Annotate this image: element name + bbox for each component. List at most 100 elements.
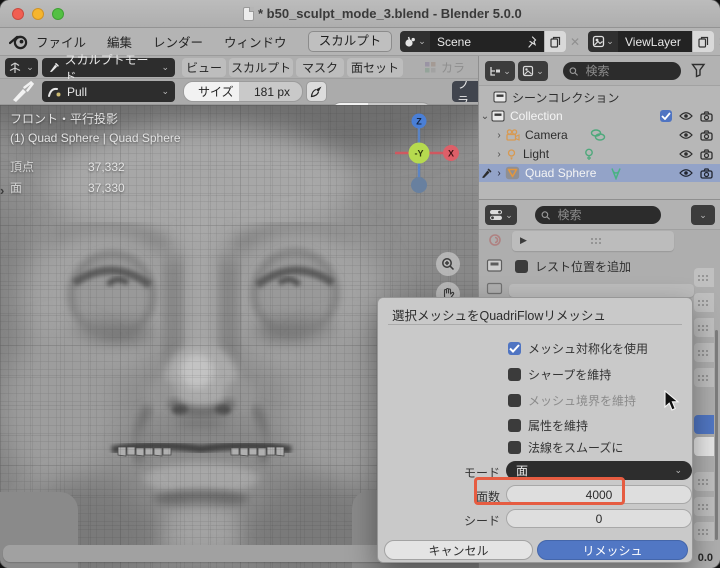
eye-icon[interactable]: [679, 149, 693, 159]
close-window-button[interactable]: [12, 8, 24, 20]
mode-selector[interactable]: スカルプトモード ⌄: [42, 53, 175, 84]
scene-browse-button[interactable]: ⌄: [400, 31, 430, 52]
pin-icon[interactable]: [527, 35, 538, 48]
seed-number-field[interactable]: 0: [506, 509, 692, 528]
panel-sliver[interactable]: [694, 293, 714, 312]
divider: [388, 324, 682, 325]
disclosure-open-icon[interactable]: ⌄: [479, 111, 491, 122]
panel-sliver[interactable]: [694, 318, 714, 337]
hidden-cancel-sliver[interactable]: [694, 437, 714, 456]
preserve-attributes-row[interactable]: 属性を維持: [508, 417, 588, 433]
scene-new-button[interactable]: [545, 31, 566, 52]
outliner-display-mode-button[interactable]: ⌄: [518, 61, 548, 81]
scrollbar[interactable]: [715, 330, 718, 540]
disclosure-closed-icon[interactable]: ›: [493, 168, 505, 179]
outliner-row-scene-collection[interactable]: シーンコレクション: [479, 88, 720, 106]
panel-sliver[interactable]: [694, 472, 714, 491]
scene-name-field[interactable]: Scene: [430, 31, 544, 52]
palette-icon: [425, 62, 436, 73]
brush-popover-button[interactable]: ブラ: [452, 81, 478, 102]
properties-search-input[interactable]: [555, 207, 655, 223]
menu-sculpt[interactable]: スカルプト: [229, 58, 293, 77]
scene-unlink-button[interactable]: ✕: [566, 31, 584, 52]
viewport-editor-icon: [9, 61, 21, 73]
menu-mask[interactable]: マスク: [296, 58, 344, 77]
use-mesh-symmetry-checkbox[interactable]: [508, 341, 521, 355]
editor-type-button[interactable]: ⌄: [5, 58, 38, 77]
outliner-search-input[interactable]: [583, 63, 675, 79]
workspace-tab-sculpt[interactable]: スカルプト: [308, 31, 392, 52]
navigation-gizmo[interactable]: Z X -Y: [395, 108, 475, 208]
panel-sliver[interactable]: [694, 522, 714, 541]
filter-icon[interactable]: [691, 63, 707, 78]
outliner-row-camera[interactable]: › Camera: [479, 126, 720, 144]
eye-icon[interactable]: [679, 130, 693, 140]
light-data-icon: [585, 148, 593, 160]
outliner-row-collection[interactable]: ⌄ Collection: [479, 107, 720, 125]
camera-visibility-icon[interactable]: [700, 167, 713, 179]
menu-face-sets[interactable]: 面セット: [347, 58, 403, 77]
preserve-sharp-row[interactable]: シャープを維持: [508, 366, 611, 382]
smooth-normals-row[interactable]: 法線をスムーズに: [508, 439, 623, 455]
outliner-editor-type-button[interactable]: ⌄: [485, 61, 515, 81]
mode-dropdown[interactable]: 面 ⌄: [506, 461, 692, 480]
tool-settings-bar: Pull ⌄ サイズ 181 px 強さ 0.400 ブラ: [0, 79, 478, 123]
preserve-mesh-boundary-row[interactable]: メッシュ境界を維持: [508, 392, 636, 408]
camera-visibility-icon[interactable]: [700, 148, 713, 160]
toolbar-expand-arrow[interactable]: ›: [0, 183, 4, 198]
rest-position-checkbox[interactable]: [515, 260, 528, 273]
menu-view[interactable]: ビュー: [182, 58, 226, 77]
panel-expand-arrow[interactable]: ▶: [520, 235, 527, 246]
collection-checkbox[interactable]: [660, 110, 672, 122]
viewlayer-remove-button[interactable]: ✕: [714, 31, 720, 52]
chevron-down-icon: ⌄: [418, 36, 426, 46]
outliner-row-light[interactable]: › Light: [479, 145, 720, 163]
preserve-mesh-boundary-checkbox[interactable]: [508, 393, 521, 407]
viewlayer-name-field[interactable]: ViewLayer: [618, 31, 692, 52]
tab-viewlayer-icon[interactable]: [486, 282, 503, 295]
collapsed-panel[interactable]: ▶: [512, 231, 674, 251]
hidden-confirm-sliver[interactable]: [694, 415, 714, 434]
outliner-row-quad-sphere[interactable]: › Quad Sphere: [479, 164, 720, 182]
scene-name: Scene: [437, 34, 472, 49]
brush-size-slider[interactable]: サイズ 181 px: [183, 81, 303, 102]
eye-icon[interactable]: [679, 168, 693, 178]
disclosure-closed-icon[interactable]: ›: [493, 149, 505, 160]
size-pressure-toggle[interactable]: [306, 81, 327, 102]
menu-color[interactable]: カラ: [424, 58, 465, 77]
partial-panel[interactable]: [509, 284, 694, 297]
minimize-window-button[interactable]: [32, 8, 44, 20]
scene-icon: [405, 36, 416, 47]
viewlayer-browse-button[interactable]: ⌄: [588, 31, 618, 52]
viewlayer-selector: ⌄ ViewLayer ✕: [588, 31, 720, 52]
properties-search[interactable]: [535, 206, 661, 224]
tab-render-icon[interactable]: [487, 233, 503, 247]
eye-icon[interactable]: [679, 111, 693, 121]
camera-visibility-icon[interactable]: [700, 129, 713, 141]
smooth-normals-checkbox[interactable]: [508, 440, 521, 454]
preserve-attributes-checkbox[interactable]: [508, 418, 521, 432]
disclosure-closed-icon[interactable]: ›: [493, 130, 505, 141]
outliner-search[interactable]: [563, 62, 681, 80]
menu-window[interactable]: ウィンドウ: [218, 30, 293, 53]
panel-drag-grip[interactable]: [590, 237, 603, 244]
brush-selector[interactable]: Pull ⌄: [42, 81, 175, 102]
rest-position-row[interactable]: レスト位置を追加: [515, 258, 631, 275]
cancel-button[interactable]: キャンセル: [384, 540, 533, 560]
remesh-confirm-button[interactable]: リメッシュ: [537, 540, 688, 560]
panel-sliver[interactable]: [694, 343, 714, 362]
use-mesh-symmetry-row[interactable]: メッシュ対称化を使用: [508, 340, 648, 356]
faces-number-field[interactable]: 4000: [506, 485, 692, 504]
properties-options-button[interactable]: ⌄: [691, 205, 715, 225]
camera-visibility-icon[interactable]: [700, 110, 713, 122]
tab-output-icon[interactable]: [486, 258, 503, 273]
zoom-window-button[interactable]: [52, 8, 64, 20]
preserve-sharp-checkbox[interactable]: [508, 367, 521, 381]
panel-sliver[interactable]: [694, 368, 714, 387]
viewlayer-new-button[interactable]: [693, 31, 714, 52]
panel-sliver[interactable]: [694, 497, 714, 516]
outliner-icon: [490, 67, 501, 76]
panel-sliver[interactable]: [694, 268, 714, 287]
properties-editor-type-button[interactable]: ⌄: [485, 205, 517, 225]
zoom-button[interactable]: [436, 252, 460, 276]
